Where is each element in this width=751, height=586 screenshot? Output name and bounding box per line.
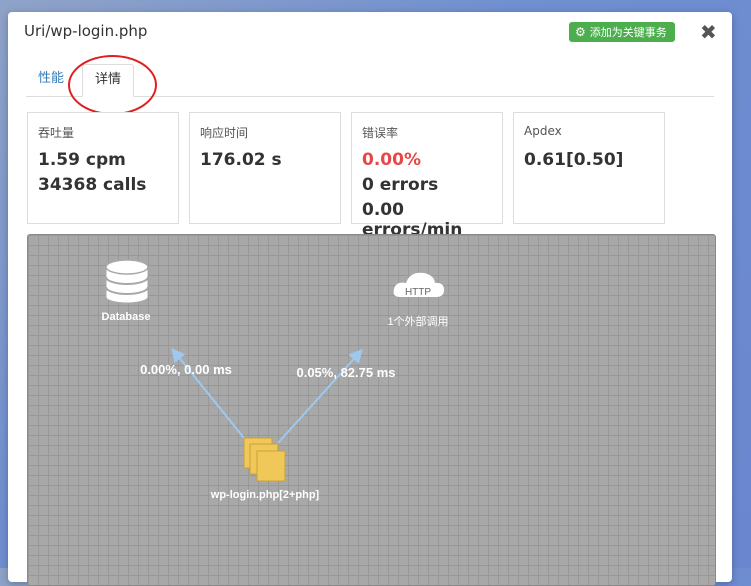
error-rate-value: 0.00% [362, 150, 421, 170]
error-rate-label: 错误率 [362, 126, 399, 140]
database-label: Database [102, 311, 151, 323]
error-count: 0 errors [362, 175, 439, 195]
app-node-label: wp-login.php[2+php] [210, 489, 320, 501]
topology-svg: Database HTTP 1个外部调用 0.00%, 0.00 ms 0.05… [102, 259, 449, 501]
response-time-label: 响应时间 [200, 126, 249, 140]
throughput-label: 吞吐量 [38, 126, 75, 140]
throughput-calls: 34368 calls [38, 175, 147, 195]
topology-graph[interactable]: Database HTTP 1个外部调用 0.00%, 0.00 ms 0.05… [27, 234, 716, 586]
error-rate-card: 错误率 0.00% 0 errors 0.00 errors/min [351, 112, 503, 240]
close-icon[interactable]: ✖ [700, 20, 717, 44]
apdex-label: Apdex [524, 124, 562, 138]
apdex-value: 0.61[0.50] [524, 150, 624, 170]
throughput-cpm: 1.59 cpm [38, 150, 126, 170]
tab-details[interactable]: 详情 [82, 64, 135, 97]
response-time-value: 176.02 s [200, 150, 282, 170]
throughput-card: 吞吐量 1.59 cpm 34368 calls [27, 112, 179, 224]
tab-bar: 性能 详情 [26, 64, 714, 97]
database-edge-label: 0.00%, 0.00 ms [140, 362, 232, 377]
http-edge-label: 0.05%, 82.75 ms [296, 365, 395, 380]
modal-title: Uri/wp-login.php [24, 22, 148, 40]
response-time-card: 响应时间 176.02 s [189, 112, 341, 224]
database-icon[interactable] [105, 259, 149, 304]
gear-icon: ⚙ [575, 25, 586, 39]
add-key-transaction-button[interactable]: ⚙ 添加为关键事务 [569, 22, 675, 42]
detail-modal: Uri/wp-login.php ⚙ 添加为关键事务 ✖ 性能 详情 吞吐量 1… [8, 12, 732, 586]
http-label: 1个外部调用 [387, 314, 448, 328]
http-icon-text: HTTP [405, 287, 431, 298]
add-key-transaction-label: 添加为关键事务 [589, 26, 667, 39]
tab-performance[interactable]: 性能 [26, 64, 76, 96]
apdex-card: Apdex 0.61[0.50] [513, 112, 665, 224]
app-node-icon[interactable] [243, 437, 286, 482]
